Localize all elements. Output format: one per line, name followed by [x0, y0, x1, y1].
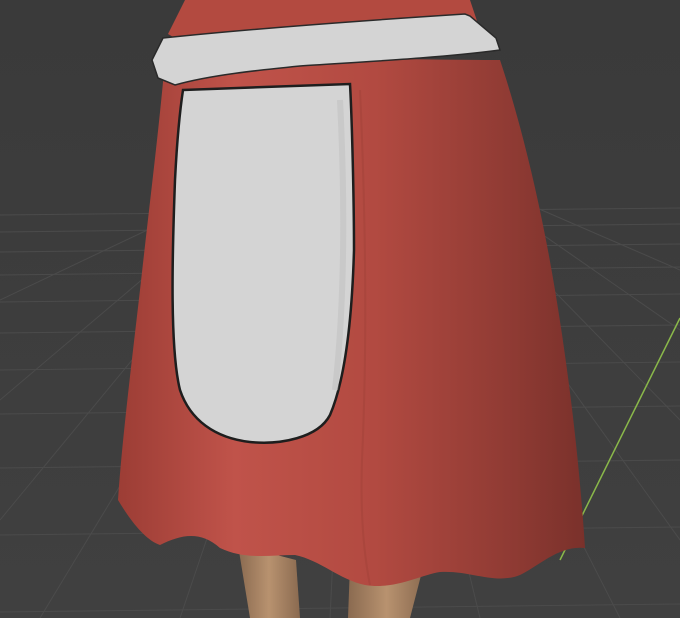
3d-viewport[interactable] — [0, 0, 680, 618]
viewport-canvas[interactable] — [0, 0, 680, 618]
apron-panel[interactable] — [171, 82, 356, 444]
